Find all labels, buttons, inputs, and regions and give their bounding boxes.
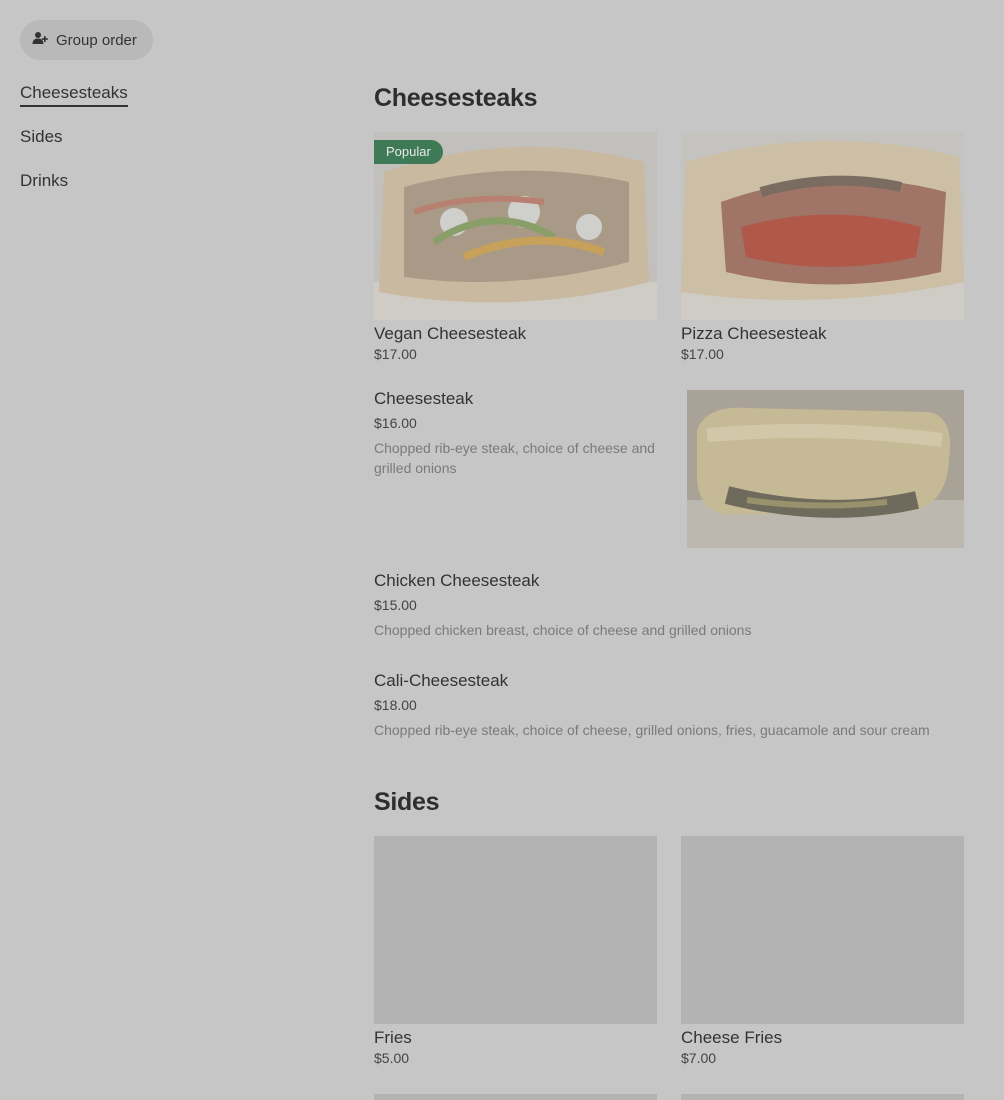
page: Group order Cheesesteaks Sides Drinks Ch…: [0, 0, 1004, 1100]
item-name: Cali-Cheesesteak: [374, 671, 509, 690]
pizza-cheesesteak-image: [681, 132, 964, 320]
next-card-image-partial: [681, 1094, 964, 1100]
item-name: Fries: [374, 1028, 412, 1047]
vegan-cheesesteak-image: Popular: [374, 132, 657, 320]
nav-item-sides[interactable]: Sides: [20, 126, 63, 148]
popular-badge: Popular: [374, 140, 443, 164]
item-name: Cheese Fries: [681, 1028, 783, 1047]
fries-image-placeholder: [374, 836, 657, 1024]
item-price: $18.00: [374, 697, 417, 713]
cheesesteak-image: [687, 390, 964, 548]
section-title-sides: Sides: [374, 788, 440, 816]
menu-card-cheese-fries[interactable]: Cheese Fries $7.00: [681, 836, 964, 1066]
section-title-cheesesteaks: Cheesesteaks: [374, 84, 538, 112]
menu-card-pizza-cheesesteak[interactable]: Pizza Cheesesteak $17.00: [681, 132, 964, 362]
menu-row-cali-cheesesteak[interactable]: Cali-Cheesesteak $18.00 Chopped rib-eye …: [374, 670, 964, 740]
add-person-icon: [32, 30, 48, 50]
nav-item-drinks[interactable]: Drinks: [20, 170, 68, 192]
cheese-fries-image-placeholder: [681, 836, 964, 1024]
item-price: $17.00: [681, 346, 724, 362]
item-description: Chopped chicken breast, choice of cheese…: [374, 622, 752, 638]
item-name: Vegan Cheesesteak: [374, 324, 527, 343]
item-name: Chicken Cheesesteak: [374, 571, 540, 590]
menu-row-cheesesteak[interactable]: Cheesesteak $16.00 Chopped rib-eye steak…: [374, 388, 964, 548]
item-price: $7.00: [681, 1050, 717, 1066]
menu-card-vegan-cheesesteak[interactable]: Popular Vegan Cheesesteak $17.00: [374, 132, 657, 362]
item-price: $17.00: [374, 346, 417, 362]
group-order-button[interactable]: Group order: [20, 20, 153, 60]
item-name: Pizza Cheesesteak: [681, 324, 827, 343]
item-price: $15.00: [374, 597, 417, 613]
item-description: Chopped rib-eye steak, choice of cheese …: [374, 440, 655, 476]
group-order-label: Group order: [56, 31, 137, 49]
category-nav: Cheesesteaks Sides Drinks: [20, 82, 128, 214]
menu-card-fries[interactable]: Fries $5.00: [374, 836, 657, 1066]
nav-item-cheesesteaks[interactable]: Cheesesteaks: [20, 82, 128, 107]
next-card-image-partial: [374, 1094, 657, 1100]
item-price: $5.00: [374, 1050, 410, 1066]
menu-row-chicken-cheesesteak[interactable]: Chicken Cheesesteak $15.00 Chopped chick…: [374, 570, 964, 640]
item-description: Chopped rib-eye steak, choice of cheese,…: [374, 722, 930, 738]
